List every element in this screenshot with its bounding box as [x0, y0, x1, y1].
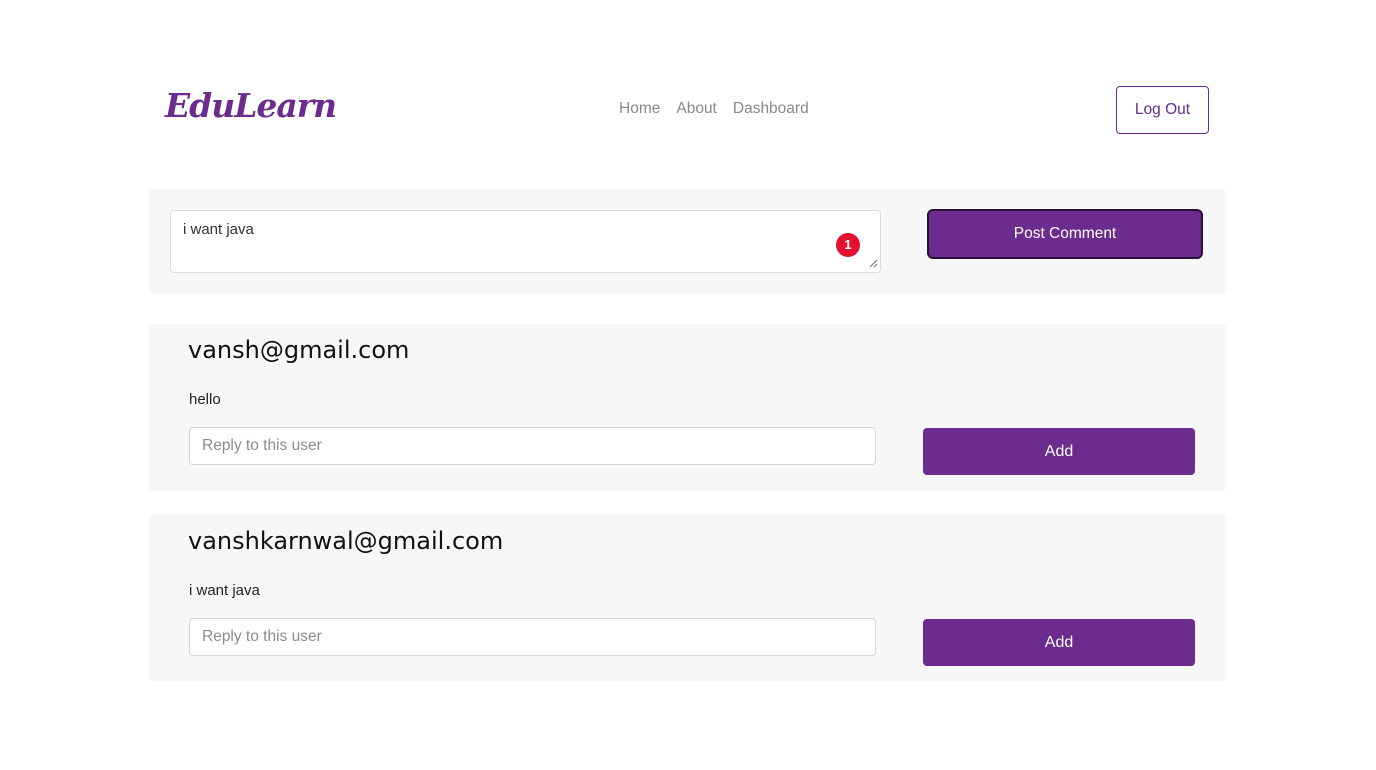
logout-button[interactable]: Log Out [1116, 86, 1209, 134]
nav-link-dashboard[interactable]: Dashboard [733, 100, 809, 118]
nav-link-about[interactable]: About [676, 100, 717, 118]
comment-user-email: vansh@gmail.com [188, 336, 410, 364]
reply-input[interactable] [189, 427, 876, 465]
spellcheck-error-badge[interactable]: 1 [836, 233, 860, 257]
brand-logo[interactable]: EduLearn [165, 86, 337, 125]
comment-card: vanshkarnwal@gmail.com i want java Add [149, 515, 1226, 681]
comment-text: hello [189, 391, 221, 408]
reply-input[interactable] [189, 618, 876, 656]
nav-link-home[interactable]: Home [619, 100, 660, 118]
resize-handle-icon[interactable] [868, 258, 878, 268]
nav-links: Home About Dashboard [619, 100, 809, 118]
navbar: EduLearn Home About Dashboard Log Out [0, 0, 1376, 190]
comment-user-email: vanshkarnwal@gmail.com [188, 527, 504, 555]
comment-card: vansh@gmail.com hello Add [149, 324, 1226, 491]
post-comment-button[interactable]: Post Comment [927, 209, 1203, 259]
add-reply-button[interactable]: Add [923, 428, 1195, 475]
comment-form: i want java 1 Post Comment [149, 189, 1226, 293]
comment-text: i want java [189, 582, 260, 599]
add-reply-button[interactable]: Add [923, 619, 1195, 666]
comment-textarea[interactable]: i want java [170, 210, 881, 273]
